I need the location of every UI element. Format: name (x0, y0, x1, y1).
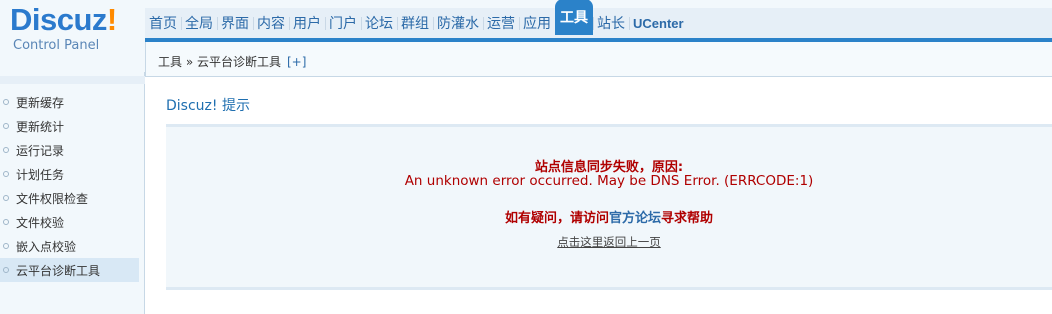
breadcrumb: 工具 » 云平台诊断工具 [+] (145, 42, 1052, 77)
back-link-row: 点击这里返回上一页 (166, 234, 1052, 250)
bullet-icon (3, 243, 9, 249)
sidebar-item-update-stats[interactable]: 更新统计 (0, 114, 145, 138)
nav-item-users[interactable]: 用户 (289, 8, 325, 38)
bullet-icon (3, 99, 9, 105)
logo-subtitle: Control Panel (13, 38, 100, 53)
sidebar-item-label: 更新缓存 (16, 95, 65, 110)
sidebar-item-label: 更新统计 (16, 119, 65, 134)
nav-item-forum[interactable]: 论坛 (361, 8, 397, 38)
bullet-icon (3, 219, 9, 225)
logo[interactable]: Discuz! Control Panel (0, 0, 145, 72)
nav-item-ucenter[interactable]: UCenter (629, 8, 688, 38)
bullet-icon (3, 195, 9, 201)
breadcrumb-path: 工具 » 云平台诊断工具 (158, 55, 281, 69)
sidebar-item-hook-check[interactable]: 嵌入点校验 (0, 234, 145, 258)
nav-item-apps[interactable]: 应用 (519, 8, 555, 38)
breadcrumb-expand-button[interactable]: [+] (287, 55, 306, 69)
sidebar-top-bar (0, 76, 145, 84)
help-text: 如有疑问，请访问官方论坛寻求帮助 (166, 207, 1052, 226)
logo-brand: Discuz! (10, 2, 117, 37)
sidebar-item-run-log[interactable]: 运行记录 (0, 138, 145, 162)
bullet-icon (3, 123, 9, 129)
sidebar-item-file-check[interactable]: 文件校验 (0, 210, 145, 234)
nav-item-operations[interactable]: 运营 (483, 8, 519, 38)
bullet-icon (3, 267, 9, 273)
page-title: Discuz! 提示 (166, 98, 250, 114)
error-message: An unknown error occurred. May be DNS Er… (404, 173, 814, 189)
sidebar-item-cloud-diagnostics[interactable]: 云平台诊断工具 (0, 258, 139, 282)
official-forum-link[interactable]: 官方论坛 (609, 211, 661, 226)
sidebar-item-file-permissions[interactable]: 文件权限检查 (0, 186, 145, 210)
sidebar: 更新缓存 更新统计 运行记录 计划任务 文件权限检查 文件校验 嵌入点校验 云平… (0, 72, 145, 314)
sidebar-item-label: 文件权限检查 (16, 191, 89, 206)
nav-item-antispam[interactable]: 防灌水 (433, 8, 483, 38)
back-link[interactable]: 点击这里返回上一页 (557, 235, 661, 249)
sidebar-item-label: 嵌入点校验 (16, 239, 77, 254)
nav-item-interface[interactable]: 界面 (217, 8, 253, 38)
breadcrumb-text: 工具 » 云平台诊断工具 [+] (158, 53, 306, 70)
sidebar-item-label: 运行记录 (16, 143, 65, 158)
bullet-icon (3, 147, 9, 153)
nav-item-portal[interactable]: 门户 (325, 8, 361, 38)
nav-item-groups[interactable]: 群组 (397, 8, 433, 38)
nav-item-home[interactable]: 首页 (145, 8, 181, 38)
sidebar-item-label: 计划任务 (16, 167, 65, 182)
sidebar-item-label: 文件校验 (16, 215, 65, 230)
help-text-suffix: 寻求帮助 (661, 211, 714, 226)
nav-item-tools[interactable]: 工具 (555, 0, 593, 35)
sidebar-item-label: 云平台诊断工具 (16, 263, 101, 278)
sidebar-item-update-cache[interactable]: 更新缓存 (0, 90, 145, 114)
main-nav: 首页 全局 界面 内容 用户 门户 论坛 群组 防灌水 运营 应用 工具 站长 … (145, 0, 688, 38)
bullet-icon (3, 171, 9, 177)
nav-item-content[interactable]: 内容 (253, 8, 289, 38)
sidebar-item-scheduled-tasks[interactable]: 计划任务 (0, 162, 145, 186)
nav-item-webmaster[interactable]: 站长 (593, 8, 629, 38)
sidebar-list: 更新缓存 更新统计 运行记录 计划任务 文件权限检查 文件校验 嵌入点校验 云平… (0, 90, 145, 282)
nav-item-global[interactable]: 全局 (181, 8, 217, 38)
help-text-prefix: 如有疑问，请访问 (504, 211, 609, 226)
